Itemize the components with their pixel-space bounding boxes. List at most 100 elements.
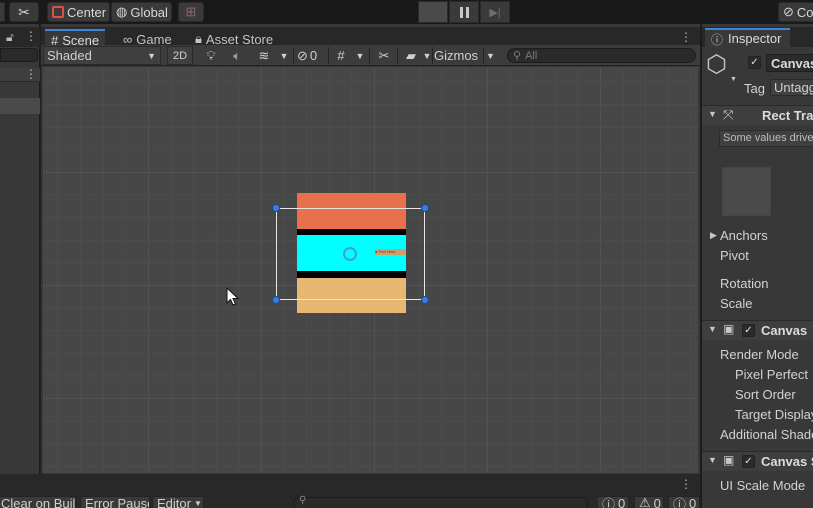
rect-handle-top-right[interactable] — [421, 204, 429, 212]
info-count: 0 — [618, 496, 626, 508]
chevron-down-icon: ▼ — [147, 50, 156, 61]
mouse-cursor-icon — [226, 287, 240, 306]
pivot-center-toggle[interactable]: Center — [47, 2, 110, 22]
speaker-icon: 🔈︎ — [233, 47, 241, 63]
step-icon: ▶| — [489, 6, 501, 19]
hierarchy-selected-row[interactable] — [0, 98, 40, 114]
canvas-scaler-header[interactable]: ▼ ▣ ✓ Canvas S — [702, 451, 813, 471]
error-count: 0 — [689, 496, 697, 508]
step-button[interactable]: ▶| — [480, 1, 510, 23]
lighting-toggle[interactable]: 💡︎ — [200, 46, 222, 65]
pause-button[interactable] — [449, 1, 479, 23]
toolbar-divider — [369, 47, 370, 64]
hidden-objects-toggle[interactable]: ⊘ 0 — [297, 46, 327, 65]
tag-label: Tag — [744, 81, 765, 96]
shading-mode-dropdown[interactable]: Shaded ▼ — [43, 46, 161, 65]
chevron-down-icon: ▼ — [422, 50, 432, 61]
gizmos-dropdown[interactable]: Gizmos ▼ — [434, 46, 498, 65]
play-button[interactable] — [418, 1, 448, 23]
hierarchy-tab-strip: 🔓︎ ⋮ — [0, 27, 40, 47]
grid-dropdown[interactable]: ▼ — [354, 46, 366, 65]
account-label: Co — [796, 4, 813, 20]
scene-viewport[interactable]: ● Text Here — [43, 67, 698, 473]
snap-grid-icon: ⊞ — [185, 4, 197, 19]
lock-icon[interactable]: 🔓︎ — [6, 30, 14, 45]
anchors-label[interactable]: Anchors — [720, 228, 768, 243]
mode-2d-toggle[interactable]: 2D — [167, 46, 193, 65]
layers-icon: ≋ — [258, 47, 270, 63]
info-log-toggle[interactable]: ⓘ 0 — [597, 496, 629, 508]
error-pause-label: Error Pause — [85, 496, 150, 508]
clear-on-build-toggle[interactable]: Clear on Build — [0, 496, 76, 508]
pixel-perfect-label: Pixel Perfect — [735, 367, 808, 382]
gizmos-label: Gizmos — [434, 48, 479, 63]
scene-more-options-icon[interactable]: ⋮ — [680, 30, 692, 44]
camera-toggle[interactable]: ▰ — [400, 46, 422, 65]
pivot-space-toggle[interactable]: ◍ Global — [111, 2, 172, 22]
tab-inspector[interactable]: ⓘ Inspector — [705, 28, 790, 47]
inspector-panel: ⓘ Inspector ⬡ ▼ ✓ Canvas Tag Untagg ▼ ⤧ … — [701, 24, 813, 508]
hierarchy-panel: 🔓︎ ⋮ ⋮ — [0, 24, 40, 474]
audio-toggle[interactable]: 🔈︎ — [227, 46, 247, 65]
rect-transform-outline[interactable] — [276, 208, 425, 300]
console-search-input[interactable]: ⚲ — [293, 495, 588, 508]
additional-shader-label: Additional Shade — [720, 427, 813, 442]
canvas-scaler-enabled-checkbox[interactable]: ✓ — [742, 455, 755, 468]
tag-dropdown[interactable]: Untagg — [770, 79, 813, 96]
scene-menu-icon[interactable]: ⋮ — [25, 67, 37, 81]
tool-button-partial[interactable] — [0, 2, 5, 22]
eye-slash-icon: ⊘ — [297, 47, 308, 63]
effects-toggle[interactable]: ≋ — [253, 46, 275, 65]
hierarchy-scene-header[interactable]: ⋮ — [0, 67, 40, 82]
tools-icon: ✂ — [378, 47, 390, 63]
shading-mode-label: Shaded — [47, 48, 92, 63]
rect-handle-bottom-right[interactable] — [421, 296, 429, 304]
effects-dropdown[interactable]: ▼ — [278, 46, 290, 65]
driven-values-notice: Some values driven — [719, 130, 813, 147]
tools-icon: ✂ — [18, 3, 30, 20]
cloud-check-icon: ⊘ — [783, 4, 794, 19]
warning-log-toggle[interactable]: ⚠ 0 — [634, 496, 664, 508]
search-icon: ⚲ — [299, 495, 307, 506]
grid-toggle[interactable]: # — [331, 46, 351, 65]
tools-toggle[interactable]: ✂ — [374, 46, 394, 65]
console-more-options-icon[interactable]: ⋮ — [680, 477, 692, 491]
main-toolbar: ✂ Center ◍ Global ⊞ ▶| ⊘ Co — [0, 0, 813, 24]
object-name-field[interactable]: Canvas — [766, 54, 813, 72]
console-panel: ⋮ Clear on Build Error Pause Editor ▼ ⚲ … — [0, 474, 700, 508]
error-pause-toggle[interactable]: Error Pause — [80, 496, 150, 508]
editor-dropdown[interactable]: Editor ▼ — [152, 496, 204, 508]
scene-search-input[interactable]: ⚲ All — [507, 48, 696, 63]
snap-grid-button[interactable]: ⊞ — [178, 2, 204, 22]
toolbar-divider — [293, 47, 294, 64]
rect-handle-bottom-left[interactable] — [272, 296, 280, 304]
pause-icon — [459, 6, 469, 18]
active-checkbox[interactable]: ✓ — [748, 56, 761, 69]
hierarchy-search-input[interactable] — [0, 48, 38, 62]
canvas-component-header[interactable]: ▼ ▣ ✓ Canvas — [702, 320, 813, 340]
hidden-count: 0 — [309, 48, 318, 63]
globe-icon: ◍ — [116, 4, 128, 19]
warning-count: 0 — [653, 496, 661, 508]
rect-handle-top-left[interactable] — [272, 204, 280, 212]
canvas-enabled-checkbox[interactable]: ✓ — [742, 324, 755, 337]
camera-icon: ▰ — [406, 47, 416, 63]
more-options-icon[interactable]: ⋮ — [25, 29, 37, 43]
chevron-right-icon[interactable]: ▶ — [710, 230, 717, 241]
rect-transform-title: Rect Tran — [762, 108, 813, 123]
inspector-tab-strip: ⓘ Inspector — [702, 27, 813, 47]
anchor-presets-button[interactable] — [722, 167, 771, 216]
tools-button[interactable]: ✂ — [9, 2, 39, 22]
error-log-toggle[interactable]: ⓘ 0 — [668, 496, 700, 508]
canvas-title: Canvas — [761, 323, 808, 338]
chevron-down-icon: ▼ — [279, 50, 289, 61]
toolbar-divider — [328, 47, 329, 64]
rect-transform-header[interactable]: ▼ ⤧ Rect Tran — [702, 105, 813, 125]
account-button[interactable]: ⊘ Co — [778, 2, 813, 22]
chevron-down-icon: ▼ — [355, 50, 365, 61]
rotation-label: Rotation — [720, 276, 769, 291]
lightbulb-icon: 💡︎ — [206, 47, 216, 63]
mode-2d-label: 2D — [172, 49, 188, 62]
target-display-label: Target Display — [735, 407, 813, 422]
toolbar-divider — [397, 47, 398, 64]
